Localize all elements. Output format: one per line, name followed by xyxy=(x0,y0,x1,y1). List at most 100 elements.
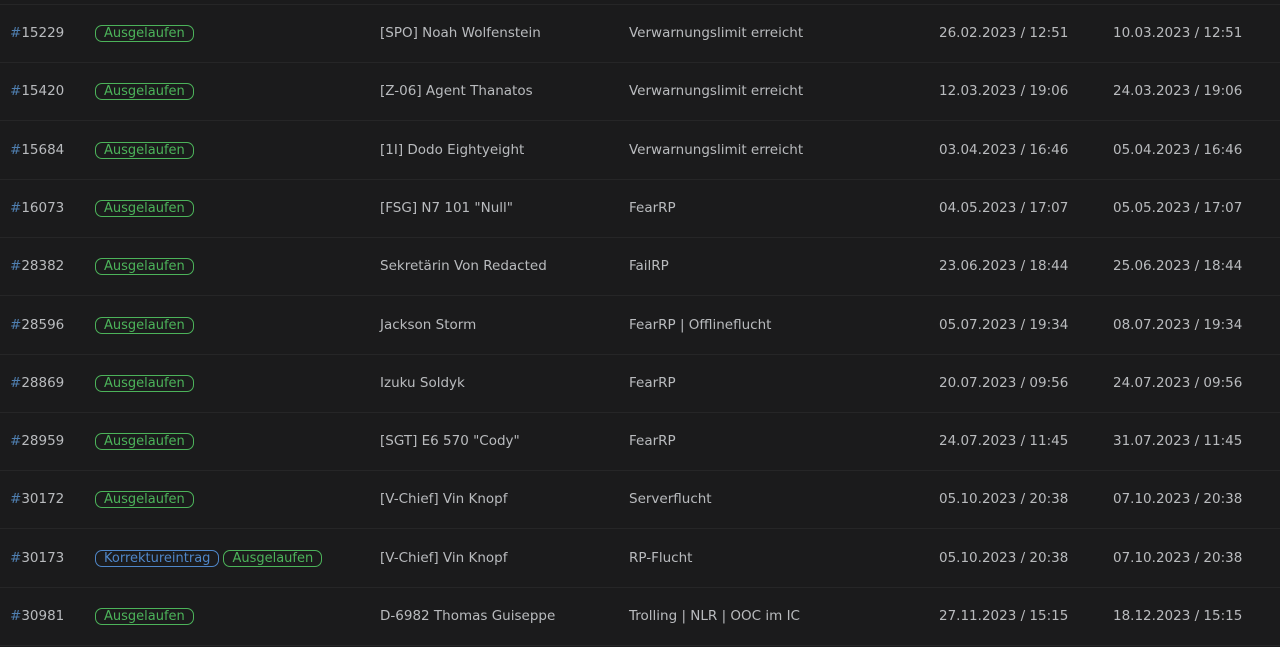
player-name: [V-Chief] Vin Knopf xyxy=(380,549,508,566)
ban-id-hash: # xyxy=(10,374,22,391)
status-badge: Ausgelaufen xyxy=(95,374,194,392)
status-badge: Korrektureintrag xyxy=(95,549,220,567)
status-badge: Ausgelaufen xyxy=(95,25,194,42)
end-date: 10.03.2023 / 12:51 xyxy=(1113,25,1243,41)
table-row[interactable]: #28959 Ausgelaufen [SGT] E6 570 "Cody" Fear… xyxy=(0,413,1280,472)
ban-id-hash: # xyxy=(10,83,22,100)
status-badges: Ausgelaufen xyxy=(95,122,194,179)
status-badge: Ausgelaufen xyxy=(223,549,323,567)
bans-table: #15229 Ausgelaufen [SPO] Noah Wolfenstein V… xyxy=(0,0,1280,647)
start-date: 05.10.2023 / 20:38 xyxy=(939,549,1069,566)
player-name: [SPO] Noah Wolfenstein xyxy=(380,25,541,41)
ban-id[interactable]: #16073 xyxy=(10,180,64,237)
status-badges: Ausgelaufen xyxy=(95,413,194,470)
player-name: [SGT] E6 570 "Cody" xyxy=(380,433,520,450)
status-badge: Ausgelaufen xyxy=(95,433,194,451)
status-badge: Ausgelaufen xyxy=(95,258,194,276)
status-badge: Ausgelaufen xyxy=(95,83,194,101)
ban-id[interactable]: #30981 xyxy=(10,588,64,645)
ban-reason: Verwarnungslimit erreicht xyxy=(629,141,804,158)
status-badge: Ausgelaufen xyxy=(95,608,194,625)
ban-id[interactable]: #28959 xyxy=(10,413,64,470)
ban-id-number: 15684 xyxy=(21,141,65,158)
start-date: 26.02.2023 / 12:51 xyxy=(939,25,1069,41)
ban-id-hash: # xyxy=(10,258,22,275)
table-row[interactable]: #15684 Ausgelaufen [1I] Dodo Eightyeight Ve… xyxy=(0,122,1280,180)
table-row[interactable]: #30172 Ausgelaufen [V-Chief] Vin Knopf Serv… xyxy=(0,471,1280,530)
ban-id[interactable]: #28596 xyxy=(10,297,64,354)
table-row[interactable]: #30981 Ausgelaufen D-6982 Thomas Guiseppe T… xyxy=(0,588,1280,646)
table-row[interactable]: #28382 Ausgelaufen Sekretärin Von Redacted… xyxy=(0,238,1280,297)
ban-reason: FailRP xyxy=(629,258,669,275)
status-badges: Ausgelaufen xyxy=(95,355,194,412)
ban-id-hash: # xyxy=(10,199,22,216)
start-date: 04.05.2023 / 17:07 xyxy=(939,199,1069,216)
status-badge: Ausgelaufen xyxy=(95,491,194,509)
ban-id[interactable]: #15229 xyxy=(10,5,64,62)
start-date: 12.03.2023 / 19:06 xyxy=(939,83,1069,100)
ban-id-hash: # xyxy=(10,316,22,333)
ban-reason: FearRP xyxy=(629,374,676,391)
start-date: 27.11.2023 / 15:15 xyxy=(939,608,1069,624)
status-badges: Ausgelaufen xyxy=(95,471,194,528)
status-badges: Ausgelaufen xyxy=(95,297,194,354)
end-date: 18.12.2023 / 15:15 xyxy=(1113,608,1243,624)
ban-reason: FearRP xyxy=(629,433,676,450)
ban-reason: Verwarnungslimit erreicht xyxy=(629,25,804,41)
table-row[interactable]: #28869 Ausgelaufen Izuku Soldyk FearRP 20.07… xyxy=(0,355,1280,413)
status-badge: Ausgelaufen xyxy=(95,199,194,217)
table-row[interactable]: #16073 Ausgelaufen [FSG] N7 101 "Null" Fear… xyxy=(0,180,1280,238)
table-row[interactable]: #15420 Ausgelaufen [Z-06] Agent Thanatos Ve… xyxy=(0,63,1280,122)
status-badge: Ausgelaufen xyxy=(95,141,194,159)
ban-reason: Trolling | NLR | OOC im IC xyxy=(629,608,800,624)
end-date: 25.06.2023 / 18:44 xyxy=(1113,258,1243,275)
status-badges: Korrektureintrag Ausgelaufen xyxy=(95,530,323,587)
ban-id[interactable]: #28869 xyxy=(10,355,64,412)
ban-id-number: 28596 xyxy=(21,316,65,333)
start-date: 24.07.2023 / 11:45 xyxy=(939,433,1069,450)
ban-id-hash: # xyxy=(10,25,22,41)
ban-reason: Serverflucht xyxy=(629,491,712,508)
player-name: Sekretärin Von Redacted xyxy=(380,258,547,275)
ban-id-hash: # xyxy=(10,141,22,158)
ban-id-number: 15229 xyxy=(21,25,65,41)
ban-reason: Verwarnungslimit erreicht xyxy=(629,83,804,100)
end-date: 05.04.2023 / 16:46 xyxy=(1113,141,1243,158)
ban-id[interactable]: #28382 xyxy=(10,238,64,295)
ban-id-hash: # xyxy=(10,491,22,508)
player-name: [Z-06] Agent Thanatos xyxy=(380,83,533,100)
ban-id-number: 28382 xyxy=(21,258,65,275)
start-date: 20.07.2023 / 09:56 xyxy=(939,374,1069,391)
ban-id-number: 16073 xyxy=(21,199,65,216)
ban-reason: FearRP xyxy=(629,199,676,216)
ban-id-hash: # xyxy=(10,608,22,624)
ban-id-number: 28869 xyxy=(21,374,65,391)
status-badges: Ausgelaufen xyxy=(95,5,194,62)
ban-reason: RP-Flucht xyxy=(629,549,693,566)
ban-id-hash: # xyxy=(10,549,22,566)
table-row[interactable]: #30173 Korrektureintrag Ausgelaufen [V-Chie… xyxy=(0,530,1280,588)
start-date: 23.06.2023 / 18:44 xyxy=(939,258,1069,275)
table-row[interactable]: #28596 Ausgelaufen Jackson Storm FearRP | O… xyxy=(0,297,1280,355)
end-date: 07.10.2023 / 20:38 xyxy=(1113,549,1243,566)
status-badges: Ausgelaufen xyxy=(95,588,194,645)
ban-id[interactable]: #15420 xyxy=(10,63,64,120)
table-row[interactable]: #15229 Ausgelaufen [SPO] Noah Wolfenstein V… xyxy=(0,5,1280,63)
ban-id-number: 30172 xyxy=(21,491,65,508)
end-date: 07.10.2023 / 20:38 xyxy=(1113,491,1243,508)
status-badges: Ausgelaufen xyxy=(95,180,194,237)
ban-reason: FearRP | Offlineflucht xyxy=(629,316,772,333)
player-name: [1I] Dodo Eightyeight xyxy=(380,141,525,158)
status-badges: Ausgelaufen xyxy=(95,238,194,295)
ban-id-number: 28959 xyxy=(21,433,65,450)
ban-id-number: 15420 xyxy=(21,83,65,100)
end-date: 24.07.2023 / 09:56 xyxy=(1113,374,1243,391)
player-name: [V-Chief] Vin Knopf xyxy=(380,491,508,508)
ban-id-number: 30173 xyxy=(21,549,65,566)
ban-id[interactable]: #30173 xyxy=(10,530,64,587)
ban-id[interactable]: #15684 xyxy=(10,122,64,179)
player-name: D-6982 Thomas Guiseppe xyxy=(380,608,556,624)
ban-id-number: 30981 xyxy=(21,608,65,624)
status-badges: Ausgelaufen xyxy=(95,63,194,120)
ban-id[interactable]: #30172 xyxy=(10,471,64,528)
